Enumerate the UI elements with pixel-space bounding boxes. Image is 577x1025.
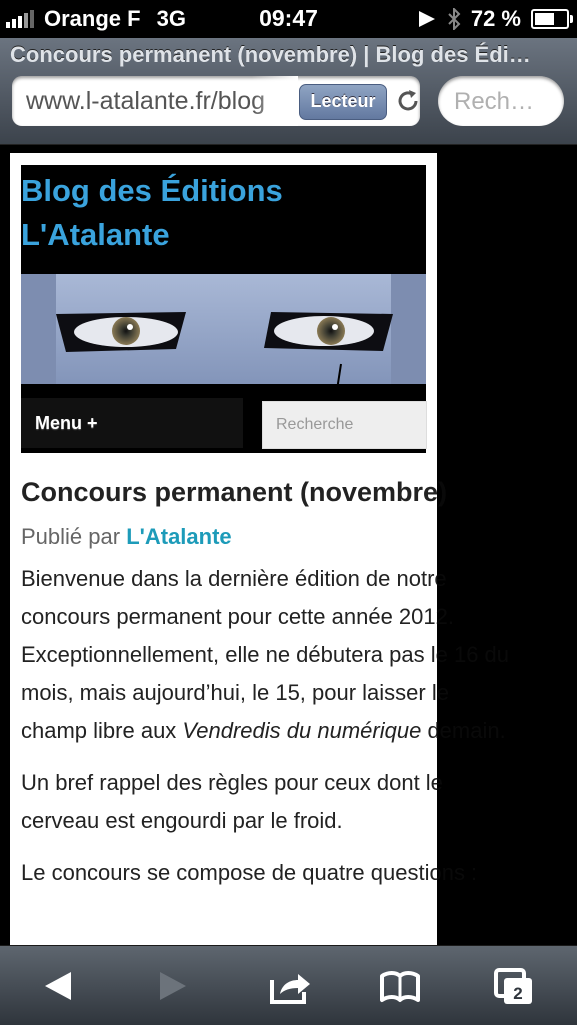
tabs-icon[interactable]: 2 (492, 964, 536, 1008)
tab-count: 2 (513, 984, 522, 1003)
back-icon[interactable] (37, 964, 81, 1008)
paragraph-emphasis: Vendredis du numérique (182, 718, 422, 743)
browser-toolbar: Concours permanent (novembre) | Blog des… (0, 38, 577, 145)
byline-prefix: Publié par (21, 524, 127, 549)
reload-icon[interactable] (394, 87, 420, 115)
browser-bottom-toolbar: 2 (0, 945, 577, 1025)
address-bar[interactable]: www.l-atalante.fr/blog Lecteur (12, 76, 420, 126)
search-placeholder: Rech… (454, 88, 535, 115)
url-text: www.l-atalante.fr/blog (26, 87, 266, 115)
forward-icon[interactable] (150, 964, 194, 1008)
battery-icon (531, 9, 573, 29)
paragraph-text: Bienvenue dans la dernière édition de no… (21, 566, 510, 743)
site-search-input[interactable]: Recherche (262, 401, 427, 449)
menu-label: Menu + (35, 413, 98, 433)
battery-percent: 72 % (470, 6, 521, 31)
eyes-banner-image (21, 274, 426, 390)
search-input[interactable]: Rech… (438, 76, 564, 126)
bookmarks-icon[interactable] (378, 964, 422, 1008)
site-title[interactable]: Blog des Éditions L'Atalante (21, 169, 321, 257)
status-bar: Orange F 3G 09:47 72 % (0, 0, 577, 38)
location-arrow-icon (418, 11, 435, 27)
page-title: Concours permanent (novembre) | Blog des… (10, 42, 531, 67)
dimmed-area (437, 145, 577, 945)
web-content[interactable]: Blog des Éditions L'Atalante Menu + Rech… (0, 145, 577, 945)
bluetooth-icon (448, 8, 461, 30)
reader-button[interactable]: Lecteur (299, 84, 387, 120)
author-link[interactable]: L'Atalante (126, 524, 231, 549)
menu-button[interactable]: Menu + (21, 398, 243, 448)
site-search-placeholder: Recherche (276, 416, 354, 433)
site-header: Blog des Éditions L'Atalante Menu + Rech… (21, 165, 427, 453)
share-icon[interactable] (268, 964, 312, 1008)
